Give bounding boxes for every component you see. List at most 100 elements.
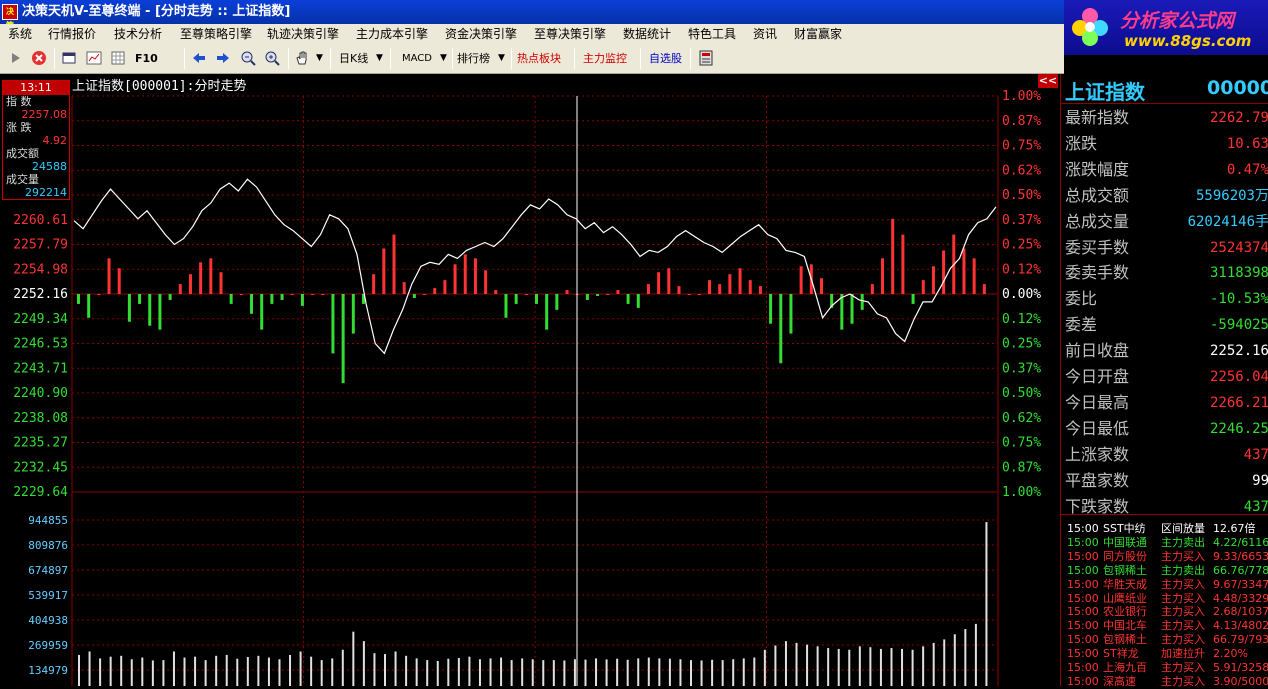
- menu-tools[interactable]: 特色工具: [688, 25, 736, 42]
- flow-bar: [677, 286, 681, 294]
- tick-row[interactable]: 15:00 中国北车 主力买入 4.13/4802: [1067, 619, 1268, 633]
- quote-code: 000001: [1207, 77, 1268, 99]
- percent-tick-label: 0.75%: [1002, 436, 1041, 451]
- menu-news[interactable]: 资讯: [753, 25, 777, 42]
- percent-tick-label: 0.12%: [1002, 312, 1041, 327]
- zoom-in-icon[interactable]: [264, 50, 280, 66]
- volume-bar: [352, 631, 355, 686]
- self-select-button[interactable]: 自选股: [649, 49, 682, 68]
- chart-icon[interactable]: [86, 50, 102, 66]
- quote-row: 涨跌幅度 0.47%: [1065, 157, 1268, 183]
- tick-row[interactable]: 15:00 同方股份 主力买入 9.33/6653: [1067, 549, 1268, 564]
- volume-bar: [510, 660, 513, 686]
- grid-icon[interactable]: [110, 50, 126, 66]
- axis-labels: 2260.61 2257.79 2254.98 2252.16 2249.34 2246.…: [13, 89, 1041, 677]
- ranking-dropdown-icon[interactable]: ▼: [498, 49, 505, 68]
- tick-row[interactable]: 15:00 上海九百 主力买入 5.91/3258: [1067, 661, 1268, 675]
- volume-tick-label: 674897: [28, 564, 68, 577]
- arrow-left-icon[interactable]: [191, 50, 207, 66]
- quote-label: 上涨家数: [1065, 444, 1130, 464]
- collapse-panel-button[interactable]: <<: [1038, 74, 1058, 88]
- calculator-icon[interactable]: [698, 50, 714, 66]
- f10-button[interactable]: F10: [135, 49, 158, 68]
- menu-system[interactable]: 系统: [8, 25, 32, 42]
- tick-action: 主力买入: [1161, 605, 1205, 619]
- indicator-dropdown-icon[interactable]: ▼: [440, 49, 447, 68]
- zoom-out-icon[interactable]: [240, 50, 256, 66]
- tick-value: 66.76/778: [1213, 563, 1268, 577]
- app-icon: 决策: [2, 4, 18, 30]
- volume-bar: [721, 660, 724, 686]
- flow-bar: [433, 288, 437, 294]
- tick-row[interactable]: 15:00 农业银行 主力买入 2.68/1037: [1067, 605, 1268, 619]
- volume-bar: [130, 659, 133, 686]
- menu-capital-engine[interactable]: 资金决策引擎: [445, 25, 517, 42]
- quote-name: 上证指数: [1065, 80, 1145, 104]
- period-select[interactable]: 日K线: [339, 49, 368, 68]
- menu-quotes[interactable]: 行情报价: [48, 25, 96, 42]
- menu-cost-engine[interactable]: 主力成本引擎: [356, 25, 428, 42]
- quote-row: 今日开盘 2256.04: [1065, 364, 1268, 390]
- price-tick-label: 2249.34: [13, 312, 68, 327]
- tick-row[interactable]: 15:00 包钢稀土 主力卖出 66.76/778: [1067, 563, 1268, 578]
- hand-dropdown-arrow-icon[interactable]: ▼: [316, 49, 323, 68]
- flow-bar: [117, 268, 121, 294]
- stop-icon[interactable]: [31, 50, 47, 66]
- intraday-chart[interactable]: 2260.61 2257.79 2254.98 2252.16 2249.34 2246.…: [0, 74, 1060, 686]
- volume-bar: [521, 658, 524, 686]
- price-tick-label: 2238.08: [13, 411, 68, 426]
- quote-label: 今日开盘: [1065, 367, 1130, 386]
- tick-value: 9.67/3347: [1213, 577, 1268, 591]
- menu-track-engine[interactable]: 轨迹决策引擎: [267, 25, 339, 42]
- period-dropdown-icon[interactable]: ▼: [376, 49, 383, 68]
- flow-bar: [219, 272, 223, 294]
- quote-value: 2246.25: [1209, 420, 1268, 437]
- hand-icon[interactable]: [294, 50, 310, 66]
- quote-label: 前日收盘: [1065, 341, 1130, 361]
- volume-bar: [806, 644, 809, 686]
- hot-sector-button[interactable]: 热点板块: [517, 49, 561, 68]
- menu-statistics[interactable]: 数据统计: [623, 25, 671, 42]
- flow-bar: [921, 280, 925, 294]
- percent-tick-label: 0.87%: [1002, 114, 1041, 129]
- tick-row[interactable]: 15:00 华胜天成 主力买入 9.67/3347: [1067, 577, 1268, 592]
- menu-wealth[interactable]: 财富赢家: [794, 25, 842, 42]
- volume-tick-label: 539917: [28, 589, 68, 602]
- tick-row[interactable]: 15:00 中国联通 主力卖出 4.22/6116: [1067, 535, 1268, 550]
- volume-bar: [78, 654, 80, 686]
- price-tick-label: 2235.27: [13, 436, 68, 451]
- menu-supreme-engine[interactable]: 至尊决策引擎: [534, 25, 606, 42]
- flow-bar: [860, 294, 864, 310]
- flow-bar: [473, 258, 477, 294]
- tick-row[interactable]: 15:00 ST祥龙 加速拉升 2.20%: [1067, 647, 1267, 661]
- quote-label: 总成交额: [1065, 185, 1130, 205]
- ranking-button[interactable]: 排行榜: [457, 49, 490, 68]
- tick-action: 主力卖出: [1161, 535, 1205, 549]
- main-monitor-button[interactable]: 主力监控: [583, 49, 627, 68]
- brand-name: 分析家公式网: [1120, 10, 1235, 32]
- menu-strategy-engine[interactable]: 至尊策略引擎: [180, 25, 252, 42]
- indicator-select[interactable]: MACD: [402, 49, 432, 68]
- flow-bar: [188, 274, 192, 294]
- flow-bar: [331, 294, 335, 354]
- tick-row[interactable]: 15:00 包钢稀土 主力买入 66.79/793: [1067, 633, 1268, 647]
- volume-bar: [299, 651, 302, 686]
- tick-name: 同方股份: [1103, 549, 1147, 563]
- play-icon[interactable]: [8, 50, 24, 66]
- tick-row[interactable]: 15:00 SST中纺 区间放量 12.67倍: [1067, 522, 1267, 536]
- chart-canvas[interactable]: 2260.61 2257.79 2254.98 2252.16 2249.34 2246.…: [0, 74, 1060, 686]
- info-index-label: 指 数: [6, 95, 32, 108]
- volume-bar: [658, 658, 661, 686]
- flow-bar: [311, 294, 315, 295]
- tick-row[interactable]: 15:00 山鹰纸业 主力买入 4.48/3329: [1067, 592, 1268, 606]
- tick-time: 15:00: [1067, 605, 1099, 619]
- tick-value: 66.79/793: [1213, 633, 1268, 647]
- window-icon[interactable]: [61, 50, 77, 66]
- tick-row[interactable]: 15:00 深高速 主力买入 3.90/5000: [1067, 675, 1268, 689]
- volume-bar: [742, 658, 745, 686]
- arrow-right-icon[interactable]: [215, 50, 231, 66]
- volume-bar: [964, 629, 967, 686]
- menu-technical[interactable]: 技术分析: [114, 25, 162, 42]
- quote-label: 委差: [1065, 315, 1098, 335]
- flow-bar: [107, 258, 111, 294]
